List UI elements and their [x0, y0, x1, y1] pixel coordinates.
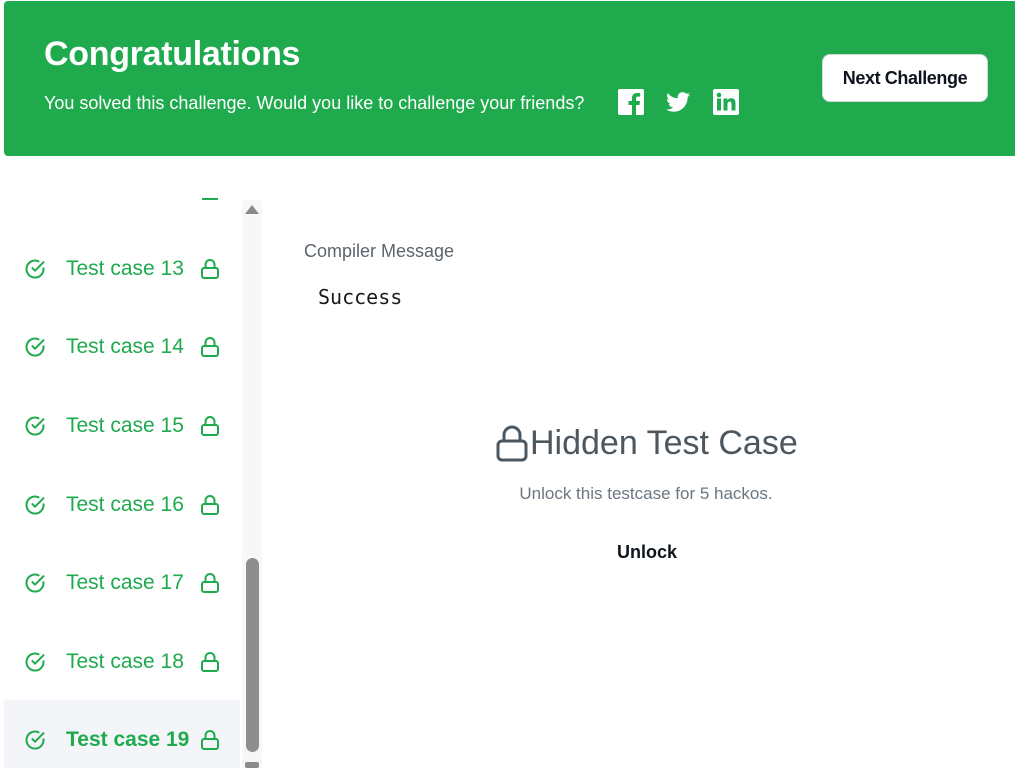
hidden-test-case-heading: Hidden Test Case: [496, 424, 798, 463]
test-case-label: Test case 13: [66, 256, 184, 280]
test-case-15[interactable]: Test case 15: [4, 386, 240, 465]
test-case-label: Test case 14: [66, 334, 184, 358]
test-case-17[interactable]: Test case 17: [4, 543, 240, 622]
unlock-message: Unlock this testcase for 5 hackos.: [519, 484, 773, 503]
next-challenge-button[interactable]: Next Challenge: [822, 54, 988, 102]
check-circle-icon: [25, 416, 45, 435]
unlock-button[interactable]: Unlock: [600, 538, 694, 566]
test-case-18[interactable]: Test case 18: [4, 622, 240, 701]
check-circle-icon: [25, 573, 45, 592]
test-case-label: Test case 19: [66, 727, 190, 751]
lock-icon: [201, 415, 219, 436]
lock-icon: [201, 258, 219, 279]
lock-icon: [201, 651, 219, 672]
scroll-up-arrow[interactable]: [245, 205, 259, 214]
lock-icon: [201, 572, 219, 593]
lock-icon: [496, 425, 528, 461]
test-case-16[interactable]: Test case 16: [4, 465, 240, 544]
test-case-13[interactable]: Test case 13: [4, 229, 240, 308]
banner-subtitle: You solved this challenge. Would you lik…: [44, 93, 585, 113]
lock-icon: [201, 729, 219, 750]
check-circle-icon: [25, 337, 45, 356]
test-case-14[interactable]: Test case 14: [4, 307, 240, 386]
compiler-message-label: Compiler Message: [304, 241, 455, 261]
scrollbar-thumb[interactable]: [246, 558, 259, 752]
success-banner: Congratulations You solved this challeng…: [4, 1, 1015, 156]
hidden-test-case-title: Hidden Test Case: [530, 424, 798, 462]
check-circle-icon: [25, 259, 45, 278]
scroll-down-arrow[interactable]: [245, 762, 259, 768]
facebook-icon[interactable]: [618, 89, 644, 115]
twitter-icon[interactable]: [665, 89, 691, 115]
banner-title: Congratulations: [44, 35, 301, 73]
check-circle-icon: [25, 652, 45, 671]
test-case-sidebar: Test case 13 Test case 14 Test case 15 T…: [4, 156, 240, 768]
partial-lock-icon: [202, 198, 218, 200]
test-case-19[interactable]: Test case 19: [4, 700, 240, 768]
compiler-message-value: Success: [318, 285, 403, 309]
check-circle-icon: [25, 730, 45, 749]
test-case-label: Test case 15: [66, 413, 184, 437]
test-case-label: Test case 18: [66, 649, 184, 673]
linkedin-icon[interactable]: [713, 89, 739, 115]
lock-icon: [201, 336, 219, 357]
test-case-label: Test case 17: [66, 570, 184, 594]
